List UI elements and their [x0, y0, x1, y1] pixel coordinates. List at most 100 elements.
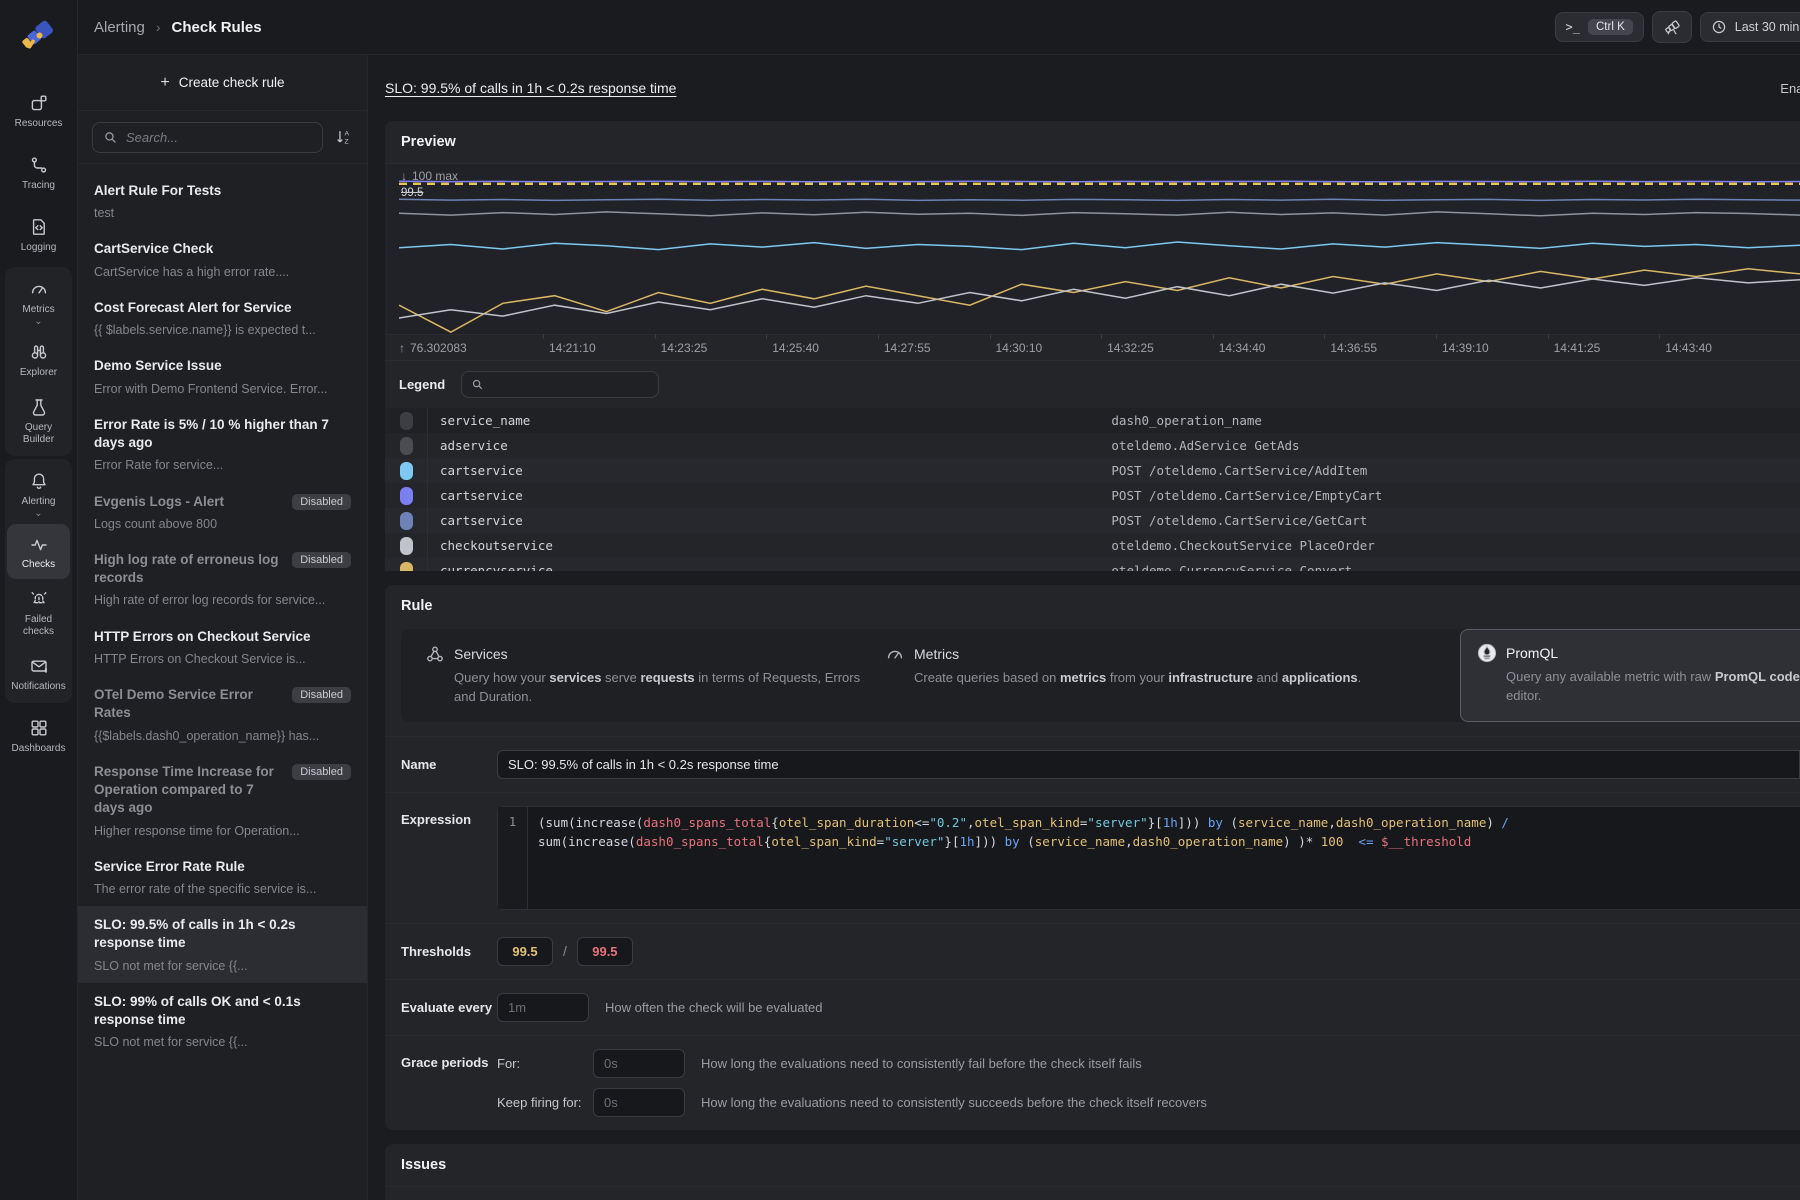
- sidebar-item-alerting[interactable]: Alerting⌄: [7, 461, 70, 524]
- sidebar-item-dashboards[interactable]: Dashboards: [7, 708, 70, 763]
- create-check-rule-button[interactable]: + Create check rule: [160, 74, 284, 92]
- legend-service-name[interactable]: checkoutservice: [440, 538, 1099, 553]
- series-color-swatch[interactable]: [400, 512, 413, 530]
- sidebar-item-metrics[interactable]: Metrics⌄: [7, 269, 70, 332]
- ctrl-k-shortcut: Ctrl K: [1588, 19, 1633, 35]
- threshold-value-label: 99.5: [401, 187, 423, 199]
- nav-rail: Resources Tracing Logging Metrics⌄ExplorerQ…: [0, 0, 78, 1200]
- rule-item-header: OTel Demo Service Error RatesDisabled: [94, 686, 351, 722]
- rule-item-title: Cost Forecast Alert for Service: [94, 299, 351, 317]
- enabled-label[interactable]: Enabled: [1780, 81, 1800, 96]
- y-max-label: ↓ 100 max: [401, 169, 458, 183]
- rule-item-header: Evgenis Logs - AlertDisabled: [94, 493, 351, 511]
- chevron-down-icon: ⌄: [34, 512, 42, 516]
- search-icon: [103, 130, 118, 145]
- degraded-threshold-input[interactable]: [497, 937, 553, 966]
- sort-az-button[interactable]: A Z: [335, 128, 353, 146]
- telescope-button[interactable]: [1652, 11, 1692, 43]
- legend-operation-name[interactable]: oteldemo.CurrencyService Convert: [1111, 563, 1784, 571]
- preview-card-title: Preview: [385, 121, 1800, 164]
- dash0-logo[interactable]: [19, 12, 59, 52]
- check-rule-item[interactable]: High log rate of erroneus log recordsDis…: [78, 541, 367, 618]
- check-rule-item[interactable]: Response Time Increase for Operation com…: [78, 753, 367, 848]
- x-tick-label: 14:27:55: [884, 341, 931, 355]
- check-rule-item[interactable]: Evgenis Logs - AlertDisabledLogs count a…: [78, 483, 367, 541]
- grace-keep-firing-input[interactable]: [593, 1088, 685, 1117]
- legend-toolbar: Legend: [385, 360, 1800, 408]
- check-rule-item[interactable]: Demo Service IssueError with Demo Fronte…: [78, 347, 367, 405]
- breadcrumb-separator-icon: ›: [156, 19, 161, 35]
- series-color-swatch[interactable]: [400, 537, 413, 555]
- sidebar-item-explorer[interactable]: Explorer: [7, 332, 70, 387]
- rule-item-subtitle: HTTP Errors on Checkout Service is...: [94, 651, 351, 667]
- legend-service-name[interactable]: cartservice: [440, 463, 1099, 478]
- preview-chart-svg: [399, 164, 1800, 334]
- x-tick-label: 14:21:10: [549, 341, 596, 355]
- sidebar-item-logging[interactable]: Logging: [7, 207, 70, 262]
- column-divider: [427, 508, 428, 533]
- chart-series: [399, 212, 1800, 216]
- check-rule-item[interactable]: Alert Rule For Teststest: [78, 172, 367, 230]
- series-color-swatch[interactable]: [400, 412, 413, 430]
- check-rule-item[interactable]: SLO: 99.5% of calls in 1h < 0.2s respons…: [78, 906, 367, 983]
- check-rule-item[interactable]: SLO: 99% of calls OK and < 0.1s response…: [78, 983, 367, 1060]
- command-palette-button[interactable]: >_ Ctrl K: [1555, 12, 1644, 42]
- grace-periods-label: Grace periods: [401, 1049, 497, 1070]
- prometheus-icon: [1477, 643, 1497, 663]
- rule-item-subtitle: {{$labels.dash0_operation_name}} has...: [94, 728, 351, 744]
- rule-title-link[interactable]: SLO: 99.5% of calls in 1h < 0.2s respons…: [385, 80, 676, 96]
- series-color-swatch[interactable]: [400, 462, 413, 480]
- grace-for-input[interactable]: [593, 1049, 685, 1078]
- rule-item-subtitle: Error with Demo Frontend Service. Error.…: [94, 381, 351, 397]
- check-rule-item[interactable]: OTel Demo Service Error RatesDisabled {{$…: [78, 676, 367, 753]
- rule-type-services[interactable]: ServicesQuery how your services serve re…: [415, 639, 875, 712]
- check-rule-item[interactable]: HTTP Errors on Checkout ServiceHTTP Erro…: [78, 618, 367, 676]
- sidebar-item-resources[interactable]: Resources: [7, 83, 70, 138]
- legend-service-name[interactable]: cartservice: [440, 488, 1099, 503]
- bell-icon: [29, 471, 49, 491]
- column-divider: [427, 558, 428, 571]
- expression-row: Expression 1 (sum(increase(dash0_spans_t…: [385, 792, 1800, 923]
- legend-service-name[interactable]: cartservice: [440, 513, 1099, 528]
- evaluate-interval-input[interactable]: [497, 993, 589, 1022]
- legend-service-name[interactable]: adservice: [440, 438, 1099, 453]
- sidebar-item-failed-checks[interactable]: Failed checks: [7, 579, 70, 646]
- check-rule-item[interactable]: Error Rate is 5% / 10 % higher than 7 da…: [78, 406, 367, 483]
- sidebar-item-notifications[interactable]: Notifications: [7, 646, 70, 701]
- evaluate-row: Evaluate every How often the check will …: [385, 979, 1800, 1035]
- sidebar-item-checks[interactable]: Checks: [7, 524, 70, 579]
- legend-operation-name[interactable]: POST /oteldemo.CartService/EmptyCart: [1111, 488, 1784, 503]
- sidebar-item-query-builder[interactable]: Query Builder: [7, 387, 70, 454]
- legend-search-input[interactable]: [491, 378, 649, 392]
- series-color-swatch[interactable]: [400, 562, 413, 572]
- rules-search-input[interactable]: [126, 130, 312, 145]
- rule-type-metrics[interactable]: MetricsCreate queries based on metrics f…: [875, 639, 1460, 712]
- rule-type-description: Query how your services serve requests i…: [425, 669, 865, 707]
- sidebar-item-tracing[interactable]: Tracing: [7, 145, 70, 200]
- rule-type-promql[interactable]: PromQLQuery any available metric with ra…: [1460, 629, 1800, 722]
- breadcrumb-alerting[interactable]: Alerting: [94, 19, 145, 36]
- issues-card: Issues Summary: [385, 1144, 1800, 1200]
- legend-row-item: cartservice POST /oteldemo.CartService/Em…: [385, 483, 1800, 508]
- disabled-badge: Disabled: [292, 552, 351, 568]
- rule-item-subtitle: {{ $labels.service.name}} is expected t.…: [94, 322, 351, 338]
- time-range-picker[interactable]: Last 30 minutes: [1700, 12, 1800, 42]
- line-number-gutter: 1: [498, 807, 528, 909]
- column-divider: [427, 483, 428, 508]
- series-color-swatch[interactable]: [400, 487, 413, 505]
- clock-icon: [1711, 19, 1727, 35]
- legend-operation-name[interactable]: POST /oteldemo.CartService/GetCart: [1111, 513, 1784, 528]
- legend-service-name[interactable]: currencyservice: [440, 563, 1099, 571]
- telescope-icon: [1663, 18, 1681, 36]
- series-color-swatch[interactable]: [400, 437, 413, 455]
- rule-item-subtitle: CartService has a high error rate....: [94, 264, 351, 280]
- legend-operation-name[interactable]: oteldemo.AdService GetAds: [1111, 438, 1784, 453]
- check-rule-item[interactable]: Cost Forecast Alert for Service {{ $label…: [78, 289, 367, 347]
- legend-operation-name[interactable]: oteldemo.CheckoutService PlaceOrder: [1111, 538, 1784, 553]
- promql-code-editor[interactable]: 1 (sum(increase(dash0_spans_total{otel_s…: [497, 806, 1800, 910]
- check-rule-item[interactable]: CartService CheckCartService has a high …: [78, 230, 367, 288]
- rule-name-input[interactable]: [497, 750, 1800, 779]
- critical-threshold-input[interactable]: [577, 937, 633, 966]
- legend-operation-name[interactable]: POST /oteldemo.CartService/AddItem: [1111, 463, 1784, 478]
- check-rule-item[interactable]: Service Error Rate RuleThe error rate of…: [78, 848, 367, 906]
